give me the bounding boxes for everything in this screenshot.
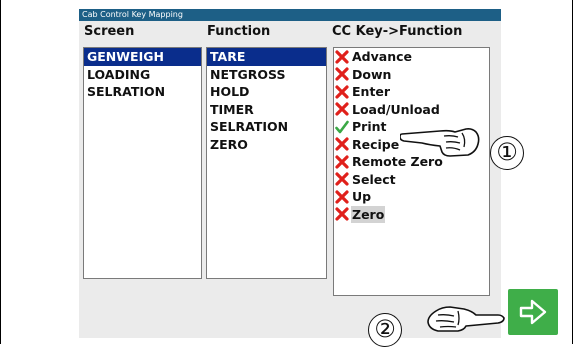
red-x-icon bbox=[335, 207, 349, 221]
cc-key-label: Recipe bbox=[352, 136, 400, 152]
cc-key-label: Advance bbox=[352, 49, 412, 64]
screen-list-item[interactable]: LOADING bbox=[84, 66, 201, 84]
cc-key-label: Print bbox=[352, 119, 387, 134]
screen-column-header: Screen bbox=[84, 24, 135, 39]
callout-2: ② bbox=[368, 313, 402, 347]
function-list-item[interactable]: TIMER bbox=[207, 101, 326, 119]
next-button[interactable] bbox=[508, 289, 558, 335]
function-list-item[interactable]: ZERO bbox=[207, 136, 326, 154]
cc-key-label: Down bbox=[352, 66, 392, 82]
window-title: Cab Control Key Mapping bbox=[79, 9, 501, 21]
cc-key-label: Select bbox=[352, 171, 396, 187]
arrow-right-icon bbox=[519, 299, 547, 325]
cc-key-label: Up bbox=[352, 189, 372, 204]
cc-key-label: Load/Unload bbox=[352, 101, 440, 117]
function-listbox[interactable]: TARE NETGROSS HOLD TIMER SELRATION ZERO bbox=[206, 47, 327, 279]
red-x-icon bbox=[335, 155, 349, 169]
cc-key-item[interactable]: Up bbox=[334, 188, 489, 206]
cc-key-label: Zero bbox=[351, 205, 386, 223]
cc-key-item[interactable]: Load/Unload bbox=[334, 101, 489, 119]
red-x-icon bbox=[335, 102, 349, 116]
callout-1: ① bbox=[490, 136, 524, 170]
green-check-icon bbox=[335, 120, 349, 134]
screen-list-item[interactable]: GENWEIGH bbox=[84, 48, 201, 66]
cc-key-item[interactable]: Zero bbox=[334, 205, 489, 223]
cc-key-label: Enter bbox=[352, 84, 391, 99]
pointing-hand-icon-2 bbox=[427, 306, 505, 332]
function-list-item[interactable]: HOLD bbox=[207, 83, 326, 101]
function-column-header: Function bbox=[207, 24, 271, 39]
red-x-icon bbox=[335, 85, 349, 99]
function-list-item[interactable]: TARE bbox=[207, 48, 326, 66]
cc-key-listbox[interactable]: Advance Down Enter Load/Unload Print Recipe Re… bbox=[333, 47, 490, 296]
red-x-icon bbox=[335, 50, 349, 64]
function-list-item[interactable]: SELRATION bbox=[207, 118, 326, 136]
cab-control-window: Cab Control Key Mapping Screen Function … bbox=[79, 9, 501, 338]
cc-key-item[interactable]: Select bbox=[334, 171, 489, 189]
cc-key-item[interactable]: Down bbox=[334, 66, 489, 84]
pointing-hand-icon bbox=[400, 128, 480, 157]
red-x-icon bbox=[335, 137, 349, 151]
screen-listbox[interactable]: GENWEIGH LOADING SELRATION bbox=[83, 47, 202, 279]
red-x-icon bbox=[335, 172, 349, 186]
screen-list-item[interactable]: SELRATION bbox=[84, 83, 201, 101]
function-list-item[interactable]: NETGROSS bbox=[207, 66, 326, 84]
red-x-icon bbox=[335, 190, 349, 204]
red-x-icon bbox=[335, 67, 349, 81]
cc-key-item[interactable]: Enter bbox=[334, 83, 489, 101]
cc-key-column-header: CC Key->Function bbox=[332, 24, 463, 39]
cc-key-item[interactable]: Advance bbox=[334, 48, 489, 66]
